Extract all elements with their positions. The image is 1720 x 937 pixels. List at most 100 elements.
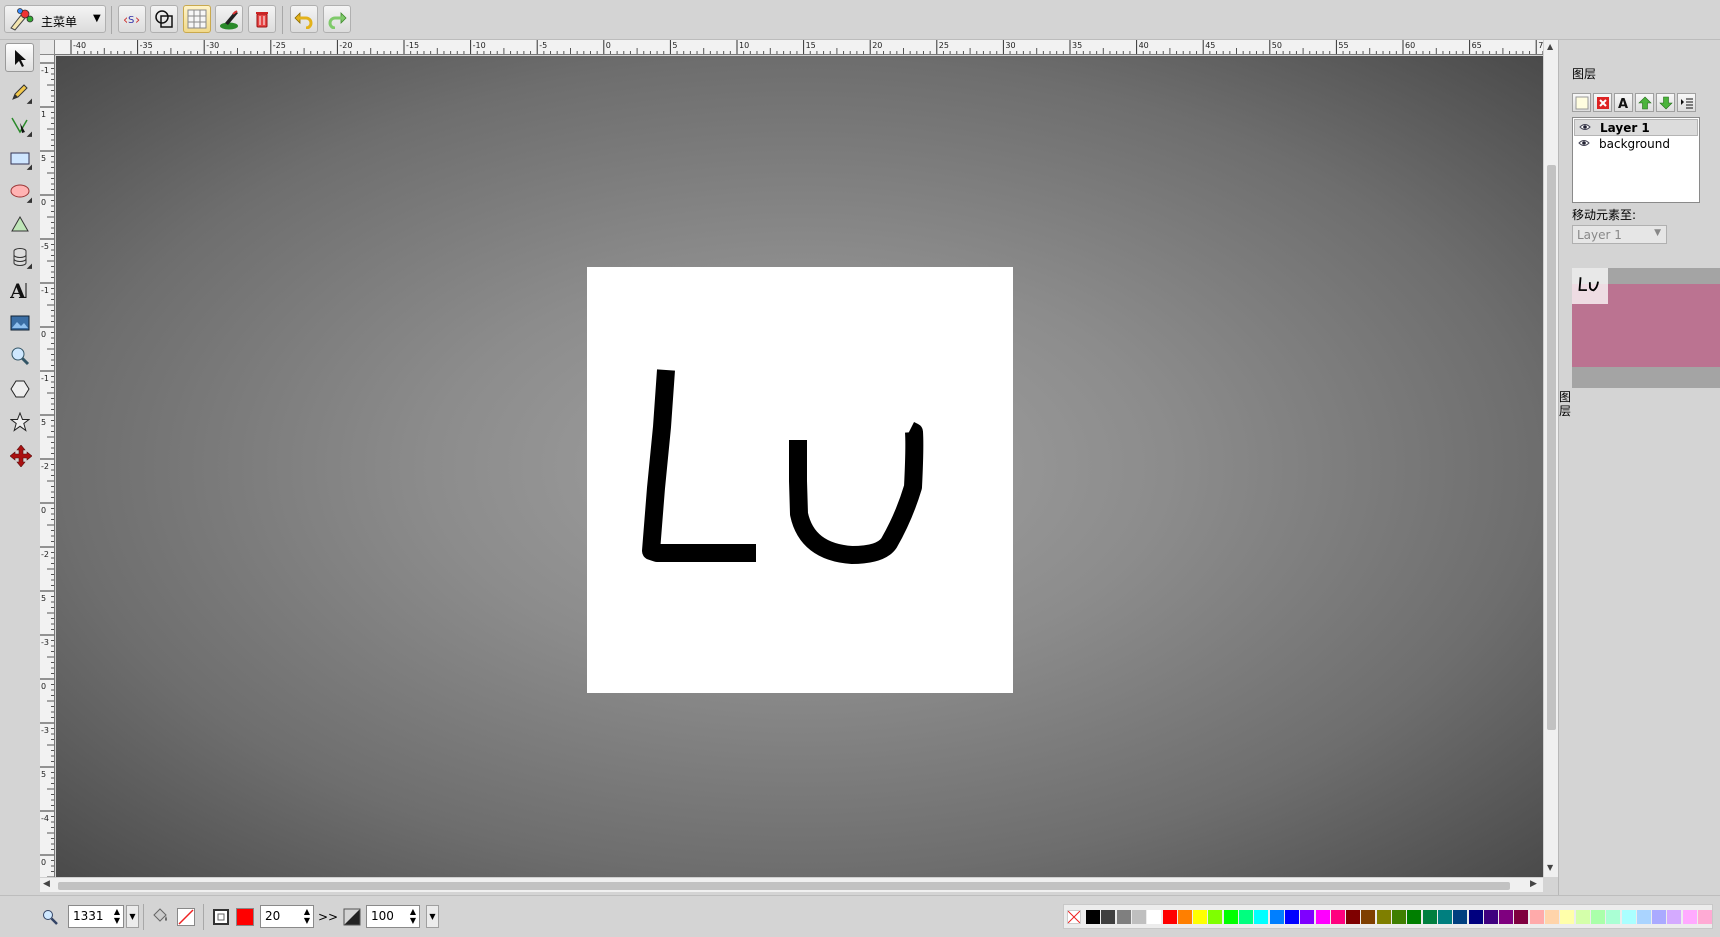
palette-swatch[interactable] — [1147, 910, 1162, 924]
fill-color-swatch[interactable] — [177, 908, 195, 926]
drawing-path-l[interactable] — [642, 369, 756, 562]
palette-swatch[interactable] — [1376, 910, 1391, 924]
palette-swatch[interactable] — [1606, 910, 1621, 924]
vertical-scroll-thumb[interactable] — [1547, 165, 1556, 730]
palette-swatch[interactable] — [1468, 910, 1483, 924]
select-tool[interactable] — [5, 43, 34, 72]
pen-tool[interactable]: ◢ — [5, 110, 34, 139]
zoom-input[interactable]: 1331 ▲ ▼ — [68, 905, 124, 928]
scroll-left-icon[interactable]: ◀ — [43, 879, 50, 889]
layer-row-layer-1[interactable]: Layer 1 — [1574, 119, 1698, 136]
palette-swatch[interactable] — [1437, 910, 1452, 924]
layer-menu-button[interactable] — [1677, 93, 1696, 112]
spinner-icon[interactable]: ▲ ▼ — [114, 907, 120, 925]
pencil-tool[interactable]: ◢ — [5, 77, 34, 106]
scroll-up-icon[interactable]: ▲ — [1547, 42, 1553, 51]
palette-swatch[interactable] — [1560, 910, 1575, 924]
text-tool[interactable]: A — [5, 275, 34, 304]
edit-canvas-button[interactable] — [215, 5, 243, 33]
eye-icon[interactable] — [1578, 138, 1590, 148]
palette-swatch[interactable] — [1514, 910, 1529, 924]
palette-swatch[interactable] — [1330, 910, 1345, 924]
polygon-tool[interactable] — [5, 374, 34, 403]
main-menu-button[interactable]: 主菜单 ▼ — [4, 5, 106, 33]
drawing-path-u[interactable] — [789, 421, 924, 564]
palette-swatch[interactable] — [1346, 910, 1361, 924]
palette-swatch[interactable] — [1698, 910, 1712, 924]
palette-swatch[interactable] — [1086, 910, 1100, 924]
palette-swatch[interactable] — [1590, 910, 1605, 924]
move-layer-up-button[interactable] — [1635, 93, 1654, 112]
opacity-input[interactable]: 100 ▲ ▼ — [366, 905, 420, 928]
ellipse-tool[interactable]: ◢ — [5, 176, 34, 205]
palette-swatch[interactable] — [1667, 910, 1682, 924]
palette-swatch[interactable] — [1162, 910, 1177, 924]
source-button[interactable]: ‹ S › — [118, 5, 146, 33]
spinner-icon[interactable]: ▲ ▼ — [304, 907, 310, 925]
palette-swatch[interactable] — [1177, 910, 1192, 924]
palette-swatch[interactable] — [1499, 910, 1514, 924]
horizontal-scroll-thumb[interactable] — [58, 882, 1510, 890]
grid-toggle-button[interactable] — [183, 5, 211, 33]
drawing-canvas[interactable] — [587, 267, 1013, 693]
palette-swatch[interactable] — [1422, 910, 1437, 924]
stroke-color-swatch[interactable] — [236, 908, 254, 926]
palette-swatch[interactable] — [1652, 910, 1667, 924]
vertical-scrollbar[interactable]: ▲ ▼ — [1543, 40, 1558, 877]
palette-swatch[interactable] — [1284, 910, 1299, 924]
layers-panel-tab[interactable]: 图层 — [1558, 390, 1572, 418]
layer-row-background[interactable]: background — [1574, 136, 1698, 153]
arrows-tool[interactable] — [5, 440, 34, 469]
horizontal-scrollbar[interactable]: ◀ ▶ — [40, 877, 1543, 892]
palette-swatch[interactable] — [1208, 910, 1223, 924]
palette-swatch[interactable] — [1131, 910, 1146, 924]
palette-swatch[interactable] — [1300, 910, 1315, 924]
canvas-workarea[interactable] — [56, 56, 1543, 877]
zoom-tool[interactable] — [5, 341, 34, 370]
move-elements-select[interactable]: Layer 1 ▼ — [1572, 225, 1667, 244]
palette-swatch[interactable] — [1101, 910, 1116, 924]
palette-swatch[interactable] — [1239, 910, 1253, 924]
rename-layer-button[interactable]: A — [1614, 93, 1633, 112]
wireframe-button[interactable] — [150, 5, 178, 33]
delete-layer-button[interactable] — [1593, 93, 1612, 112]
path-tool[interactable] — [5, 209, 34, 238]
image-tool[interactable] — [5, 308, 34, 337]
palette-swatch[interactable] — [1529, 910, 1544, 924]
palette-swatch[interactable] — [1483, 910, 1498, 924]
spinner-icon[interactable]: ▲ ▼ — [410, 907, 416, 925]
opacity-dropdown[interactable]: ▼ — [426, 905, 439, 928]
move-layer-down-button[interactable] — [1656, 93, 1675, 112]
palette-swatch[interactable] — [1392, 910, 1406, 924]
palette-none-swatch[interactable] — [1067, 910, 1081, 924]
palette-swatch[interactable] — [1361, 910, 1376, 924]
new-layer-button[interactable] — [1572, 93, 1591, 112]
palette-swatch[interactable] — [1636, 910, 1651, 924]
palette-swatch[interactable] — [1193, 910, 1208, 924]
shapelib-tool[interactable]: ◢ — [5, 242, 34, 271]
clear-button[interactable] — [248, 5, 276, 33]
palette-swatch[interactable] — [1621, 910, 1636, 924]
palette-swatch[interactable] — [1269, 910, 1284, 924]
chevron-down-icon: ▼ — [93, 13, 101, 24]
palette-swatch[interactable] — [1254, 910, 1269, 924]
palette-swatch[interactable] — [1545, 910, 1559, 924]
redo-button[interactable] — [323, 5, 351, 33]
zoom-dropdown[interactable]: ▼ — [126, 905, 139, 928]
undo-button[interactable] — [290, 5, 318, 33]
palette-swatch[interactable] — [1453, 910, 1468, 924]
star-tool[interactable] — [5, 407, 34, 436]
scroll-down-icon[interactable]: ▼ — [1547, 863, 1553, 872]
palette-swatch[interactable] — [1575, 910, 1590, 924]
eye-icon[interactable] — [1579, 122, 1591, 132]
palette-swatch[interactable] — [1407, 910, 1422, 924]
palette-swatch[interactable] — [1315, 910, 1330, 924]
navigator-preview[interactable] — [1572, 268, 1720, 388]
palette-swatch[interactable] — [1223, 910, 1238, 924]
palette-swatch[interactable] — [1116, 910, 1131, 924]
palette-swatch[interactable] — [1682, 910, 1697, 924]
stroke-width-input[interactable]: 20 ▲ ▼ — [260, 905, 314, 928]
rectangle-tool[interactable]: ◢ — [5, 143, 34, 172]
stroke-style-more-button[interactable]: >> — [318, 910, 338, 924]
scroll-right-icon[interactable]: ▶ — [1530, 879, 1537, 889]
